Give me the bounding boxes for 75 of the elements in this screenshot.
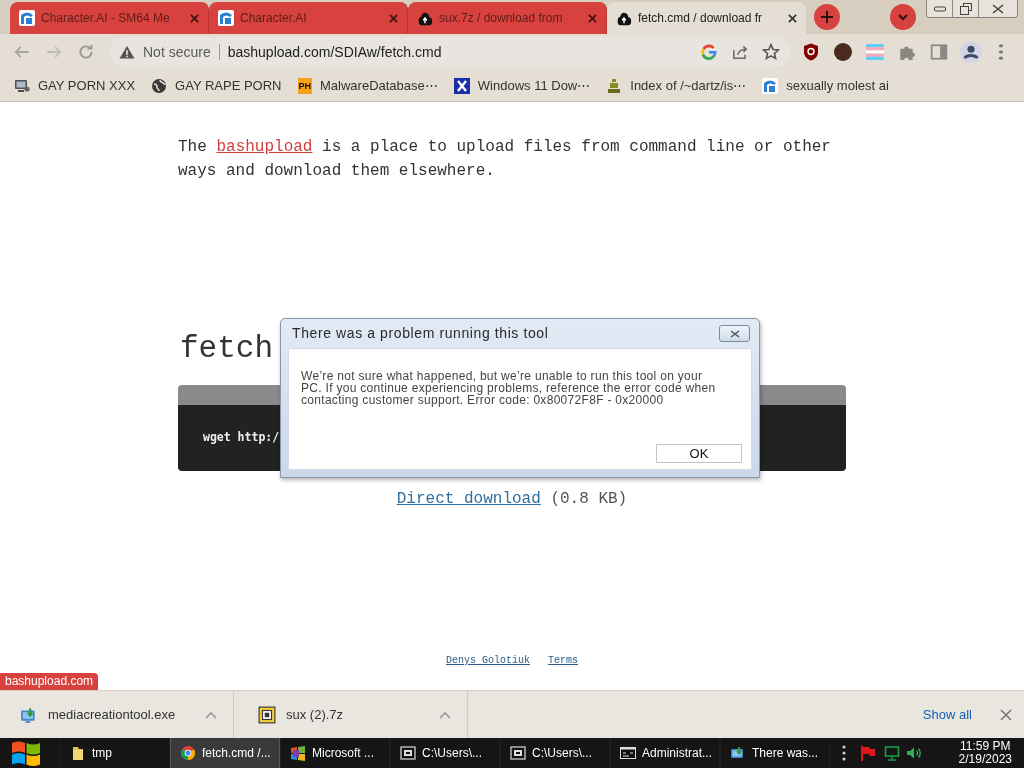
bookmark[interactable]: Index of /~dartz/is⋯ [606,75,747,96]
share-icon[interactable] [731,43,749,61]
footer-link[interactable]: Terms [548,655,578,667]
menu-icon[interactable] [998,43,1004,61]
site-logo-icon [218,10,234,26]
app-logo-icon [290,745,306,761]
globe-icon [151,77,168,94]
caret-up-icon [439,710,451,719]
show-all-link[interactable]: Show all [922,704,972,725]
address-bar[interactable]: Not secure bashupload.com/SDIAw/fetch.cmd [109,37,791,67]
close-icon[interactable] [992,3,1004,14]
taskbar-item[interactable]: C:\Users\... [500,738,610,768]
clock-time: 11:59 PM [960,740,1011,753]
page-heading: fetch [180,331,273,367]
taskbar-item[interactable]: Microsoft ... [280,738,390,768]
home-link[interactable]: bashupload [216,138,313,156]
close-icon[interactable] [788,13,797,23]
taskbar-item[interactable]: Administrat... [610,738,720,768]
url-text: bashupload.com/SDIAw/fetch.cmd [227,42,442,62]
bookmark[interactable]: sexually molest ai [762,75,889,96]
taskbar-item[interactable]: There was... [720,738,830,768]
folder-icon [70,745,86,761]
computer-icon [14,77,30,94]
new-tab-icon[interactable] [814,4,840,30]
bookmark[interactable]: GAY RAPE PORN [151,75,282,96]
intro-text: The bashupload is a place to upload files from command line or other ways and download them elsewhere. [178,137,832,182]
start-logo-icon[interactable] [11,739,41,767]
archive-icon [258,705,276,724]
network-icon[interactable] [884,745,900,761]
dialog-title: There was a problem running this tool [292,324,549,343]
avatar-icon[interactable] [834,43,852,61]
site-logo-icon [762,77,779,94]
clock-date: 2/19/2023 [958,753,1012,766]
dialog-message: We’re not sure what happened, but we’re unable to run this tool on your PC. If you continue experiencing problems, reference the error code when contacting customer support. Error code: 0x80072F8F - 0x20000 [301,370,717,406]
browser-logo-icon [180,745,196,761]
chevron-down-icon[interactable] [890,4,916,30]
cross-tile-icon [453,77,470,94]
installer-icon [20,705,38,724]
ok-button[interactable]: OK [656,444,742,463]
figure-icon [606,77,623,94]
close-button[interactable] [719,325,750,342]
favicon-badge: PH [297,77,312,94]
archive-icon [400,745,416,761]
security-label: Not secure [143,42,211,62]
close-icon [729,329,740,338]
side-panel-icon[interactable] [930,43,948,61]
star-icon[interactable] [762,43,780,61]
installer-icon [730,745,746,761]
footer-link[interactable]: Denys Golotiuk [446,655,530,667]
warning-icon [119,44,135,60]
archive-icon [510,745,526,761]
profile-icon[interactable] [960,41,982,63]
restore-icon[interactable] [959,2,972,15]
overflow-icon[interactable] [842,745,846,761]
caret-up-icon [205,710,217,719]
speaker-icon[interactable] [906,745,922,761]
shield-icon[interactable] [803,43,819,61]
g-logo-icon[interactable] [700,43,718,61]
console-icon [620,745,636,761]
taskbar-item[interactable]: fetch.cmd /... [170,738,280,768]
cloud-upload-icon [417,10,433,26]
file-size: (0.8 KB) [550,490,628,508]
browser-tab[interactable]: fetch.cmd / download fr [607,2,806,34]
bookmark[interactable]: Windows 11 Dow⋯ [453,75,591,96]
puzzle-icon[interactable] [898,43,916,61]
bookmark[interactable]: PH MalwareDatabase⋯ [297,75,438,96]
bookmark[interactable]: GAY PORN XXX [14,75,136,96]
site-logo-icon [19,10,35,26]
cloud-upload-icon [616,10,632,26]
flag-icon[interactable] [860,745,876,761]
download-link[interactable]: Direct download [396,490,541,508]
minimize-icon[interactable] [933,5,946,12]
status-url: bashupload.com [0,673,99,690]
command-text: wget http:/ [203,429,280,447]
taskbar-item[interactable]: C:\Users\... [390,738,500,768]
